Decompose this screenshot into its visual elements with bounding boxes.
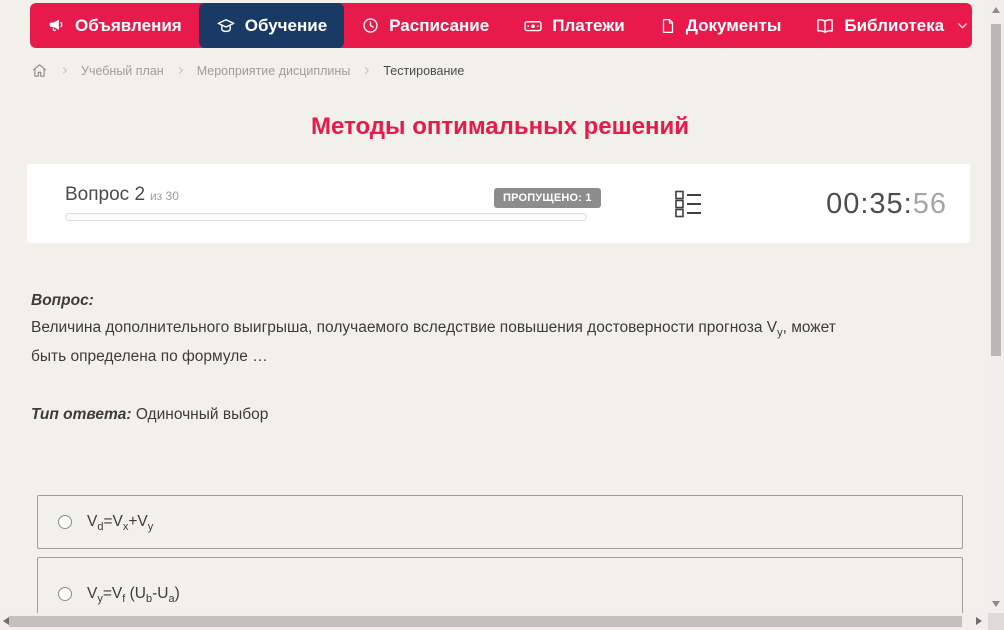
- timer-minutes: 00:35:: [826, 188, 913, 220]
- home-icon[interactable]: [31, 62, 48, 79]
- scrollbar-corner: [988, 613, 1004, 630]
- nav-item-label: Библиотека: [844, 15, 945, 35]
- horizontal-scroll-thumb[interactable]: [9, 616, 962, 627]
- timer: 00:35:56: [826, 188, 947, 221]
- question-heading: Вопрос:: [31, 292, 94, 309]
- open-book-icon: [815, 16, 835, 36]
- lms-test-page: Объявления Обучение Расписание Платежи Д…: [0, 0, 1004, 630]
- answer-type-value: Одиночный выбор: [135, 406, 269, 423]
- horizontal-scrollbar[interactable]: [0, 613, 988, 630]
- answer-option-formula: Vd=Vx+Vy: [87, 513, 154, 534]
- radio-button[interactable]: [58, 586, 72, 601]
- nav-item-label: Обучение: [244, 15, 328, 35]
- chevron-right-icon: [59, 65, 70, 76]
- progress-bar: [65, 213, 587, 221]
- breadcrumb-item-curriculum[interactable]: Учебный план: [81, 64, 164, 78]
- skipped-badge: ПРОПУЩЕНО: 1: [494, 188, 601, 208]
- chevron-right-icon: [361, 65, 372, 76]
- page-title: Методы оптимальных решений: [310, 113, 690, 140]
- nav-item-documents[interactable]: Документы: [642, 3, 799, 48]
- question-list-icon[interactable]: [675, 190, 702, 223]
- nav-item-label: Платежи: [552, 15, 625, 35]
- nav-item-schedule[interactable]: Расписание: [344, 3, 506, 48]
- breadcrumb: Учебный план Мероприятие дисциплины Тест…: [31, 62, 464, 79]
- clock-icon: [361, 16, 380, 35]
- nav-item-label: Объявления: [75, 15, 182, 35]
- answer-option-formula: Vy=Vf (Ub-Ua): [87, 584, 180, 605]
- timer-seconds: 56: [912, 188, 947, 220]
- question-text: Величина дополнительного выигрыша, получ…: [31, 319, 836, 365]
- vertical-scrollbar[interactable]: [988, 0, 1004, 613]
- answer-option-1[interactable]: Vd=Vx+Vy: [37, 495, 963, 549]
- nav-item-label: Расписание: [389, 15, 490, 35]
- nav-item-payments[interactable]: Платежи: [506, 3, 642, 48]
- banknote-icon: [523, 16, 543, 36]
- megaphone-icon: [47, 16, 66, 35]
- vertical-scroll-thumb[interactable]: [991, 24, 1001, 356]
- scroll-down-arrow[interactable]: [992, 601, 1000, 607]
- nav-item-learning[interactable]: Обучение: [198, 3, 345, 48]
- scroll-right-arrow[interactable]: [976, 617, 982, 625]
- nav-item-library[interactable]: Библиотека: [798, 3, 972, 48]
- answer-type-label: Тип ответа:: [31, 406, 132, 423]
- breadcrumb-item-testing: Тестирование: [383, 63, 465, 78]
- chevron-down-icon: [956, 19, 969, 32]
- answer-type-line: Тип ответа: Одиночный выбор: [31, 406, 268, 424]
- graduation-cap-icon: [216, 16, 236, 36]
- question-total: из 30: [150, 189, 179, 203]
- main-navbar: Объявления Обучение Расписание Платежи Д…: [30, 3, 972, 48]
- chevron-right-icon: [175, 65, 186, 76]
- nav-item-announcements[interactable]: Объявления: [30, 3, 199, 48]
- breadcrumb-item-discipline-event[interactable]: Мероприятие дисциплины: [197, 64, 351, 78]
- question-counter: Вопрос 2 из 30: [65, 184, 179, 206]
- quiz-header-card: Вопрос 2 из 30 ПРОПУЩЕНО: 1 00:35:56: [27, 164, 970, 243]
- nav-item-label: Документы: [685, 15, 782, 35]
- scroll-up-arrow[interactable]: [992, 7, 1000, 13]
- radio-button[interactable]: [58, 515, 72, 529]
- document-icon: [659, 17, 677, 35]
- question-number: Вопрос 2: [65, 184, 146, 205]
